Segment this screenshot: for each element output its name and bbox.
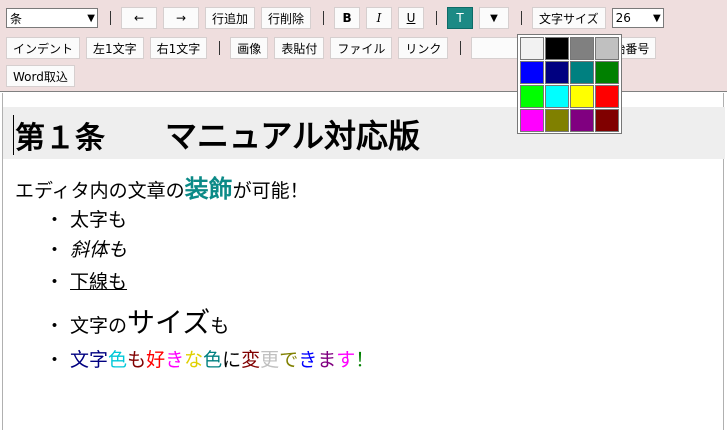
underline-example-text: 下線も — [70, 271, 128, 293]
right-one-char-button[interactable]: 右1文字 — [149, 37, 208, 59]
color-swatch[interactable] — [545, 109, 569, 132]
colored-char: で — [279, 349, 299, 371]
list-item-underline: ・下線も — [45, 267, 127, 294]
list-item-italic: ・斜体も — [45, 235, 127, 262]
separator — [219, 41, 221, 55]
delete-row-button[interactable]: 行削除 — [261, 7, 312, 29]
bullet: ・ — [45, 209, 65, 231]
underline-button[interactable]: U — [398, 7, 425, 29]
color-swatch[interactable] — [520, 37, 544, 60]
colored-char: 色 — [203, 349, 223, 371]
colored-char: に — [222, 349, 242, 371]
intro-line: エディタ内の文章の装飾が可能！ — [15, 169, 309, 204]
color-swatch[interactable] — [595, 37, 619, 60]
bullet: ・ — [45, 315, 65, 337]
link-button[interactable]: リンク — [398, 37, 449, 59]
italic-button[interactable]: I — [366, 7, 393, 29]
bullet: ・ — [45, 349, 65, 371]
bullet: ・ — [45, 239, 65, 261]
color-swatch[interactable] — [545, 61, 569, 84]
separator — [323, 11, 325, 25]
file-button[interactable]: ファイル — [330, 37, 393, 59]
font-size-select[interactable]: 26 ▼ — [611, 8, 664, 28]
color-swatch[interactable] — [570, 109, 594, 132]
block-type-select[interactable]: 条 ▼ — [6, 8, 98, 28]
list-item-color: ・文字色も好きな色に変更できます！ — [45, 345, 374, 372]
color-swatch[interactable] — [570, 85, 594, 108]
colored-char: す — [336, 349, 356, 371]
colored-char: 字 — [89, 349, 109, 371]
colored-char: 更 — [260, 349, 280, 371]
article-number: 第１条 — [15, 121, 105, 156]
color-swatch[interactable] — [520, 85, 544, 108]
separator — [521, 11, 523, 25]
list-item-size: ・文字のサイズも — [45, 301, 229, 341]
colored-char: な — [184, 349, 204, 371]
toolbar-row-1: 条 ▼ ← → 行追加 行削除 B I U T ▼ 文字サイズ 26 ▼ — [0, 5, 670, 31]
separator — [436, 11, 438, 25]
color-swatch[interactable] — [570, 37, 594, 60]
colored-char: も — [127, 349, 147, 371]
bold-example-text: 太字も — [70, 209, 128, 231]
color-swatch[interactable] — [595, 85, 619, 108]
font-size-label-button[interactable]: 文字サイズ — [532, 7, 606, 29]
color-palette-popup — [517, 34, 622, 134]
separator — [460, 41, 462, 55]
intro-text-a: エディタ内の文章の — [15, 180, 185, 202]
word-import-button[interactable]: Word取込 — [6, 65, 75, 87]
color-dropdown-button[interactable]: ▼ — [479, 7, 510, 29]
color-swatch[interactable] — [595, 61, 619, 84]
colored-char: ！ — [355, 349, 375, 371]
article-title: マニュアル対応版 — [165, 117, 421, 155]
colored-char: 好 — [146, 349, 166, 371]
color-swatch[interactable] — [570, 61, 594, 84]
text-color-button[interactable]: T — [447, 7, 474, 29]
font-size-value: 26 — [615, 11, 631, 25]
size-example-big: サイズ — [127, 306, 211, 339]
color-swatch[interactable] — [520, 61, 544, 84]
colored-char: ま — [317, 349, 337, 371]
image-button[interactable]: 画像 — [230, 37, 269, 59]
separator — [110, 11, 111, 25]
indent-button[interactable]: インデント — [6, 37, 81, 59]
editor-area[interactable]: 第１条 マニュアル対応版 エディタ内の文章の装飾が可能！ ・太字も ・斜体も ・… — [2, 93, 725, 430]
colored-char: き — [165, 349, 185, 371]
color-swatch[interactable] — [520, 109, 544, 132]
bold-button[interactable]: B — [334, 7, 361, 29]
color-example-text: 文字色も好きな色に変更できます！ — [70, 349, 374, 371]
paste-table-button[interactable]: 表貼付 — [274, 37, 325, 59]
color-swatch[interactable] — [595, 109, 619, 132]
size-example-text-a: 文字の — [70, 315, 128, 337]
text-caret — [13, 115, 14, 155]
italic-example-text: 斜体も — [70, 239, 128, 261]
colored-char: き — [298, 349, 318, 371]
move-left-button[interactable]: ← — [121, 7, 157, 29]
toolbar-row-3: Word取込 — [0, 63, 81, 89]
left-one-char-button[interactable]: 左1文字 — [86, 37, 144, 59]
bullet: ・ — [45, 271, 65, 293]
add-row-button[interactable]: 行追加 — [205, 7, 256, 29]
color-swatch[interactable] — [545, 85, 569, 108]
colored-char: 文 — [70, 349, 90, 371]
intro-text-c: が可能！ — [232, 180, 309, 202]
colored-char: 変 — [241, 349, 261, 371]
chevron-down-icon: ▼ — [652, 12, 661, 24]
intro-decoration-word: 装飾 — [184, 175, 233, 203]
size-example-text-c: も — [210, 315, 230, 337]
color-swatch[interactable] — [545, 37, 569, 60]
list-item-bold: ・太字も — [45, 205, 127, 232]
chevron-down-icon: ▼ — [87, 12, 95, 24]
block-type-value: 条 — [10, 11, 23, 26]
colored-char: 色 — [108, 349, 128, 371]
move-right-button[interactable]: → — [163, 7, 199, 29]
